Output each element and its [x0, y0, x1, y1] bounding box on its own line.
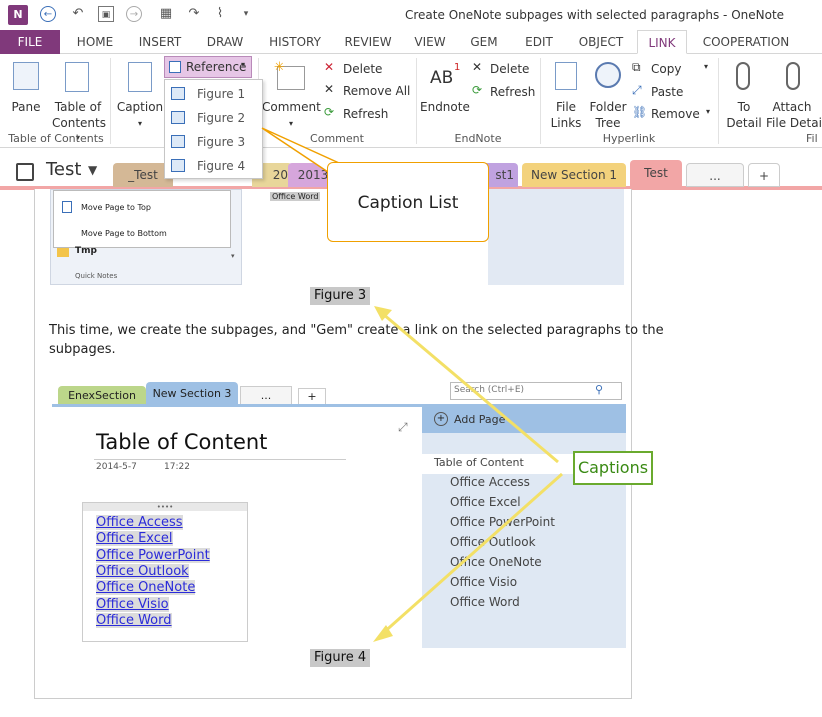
captions-callout: Captions: [573, 451, 653, 485]
annotation-arrows: [261, 127, 563, 642]
arrow-to-figure-3: [382, 312, 559, 464]
caption-list-callout: Caption List: [327, 162, 489, 242]
arrow-to-figure-4: [381, 472, 563, 636]
